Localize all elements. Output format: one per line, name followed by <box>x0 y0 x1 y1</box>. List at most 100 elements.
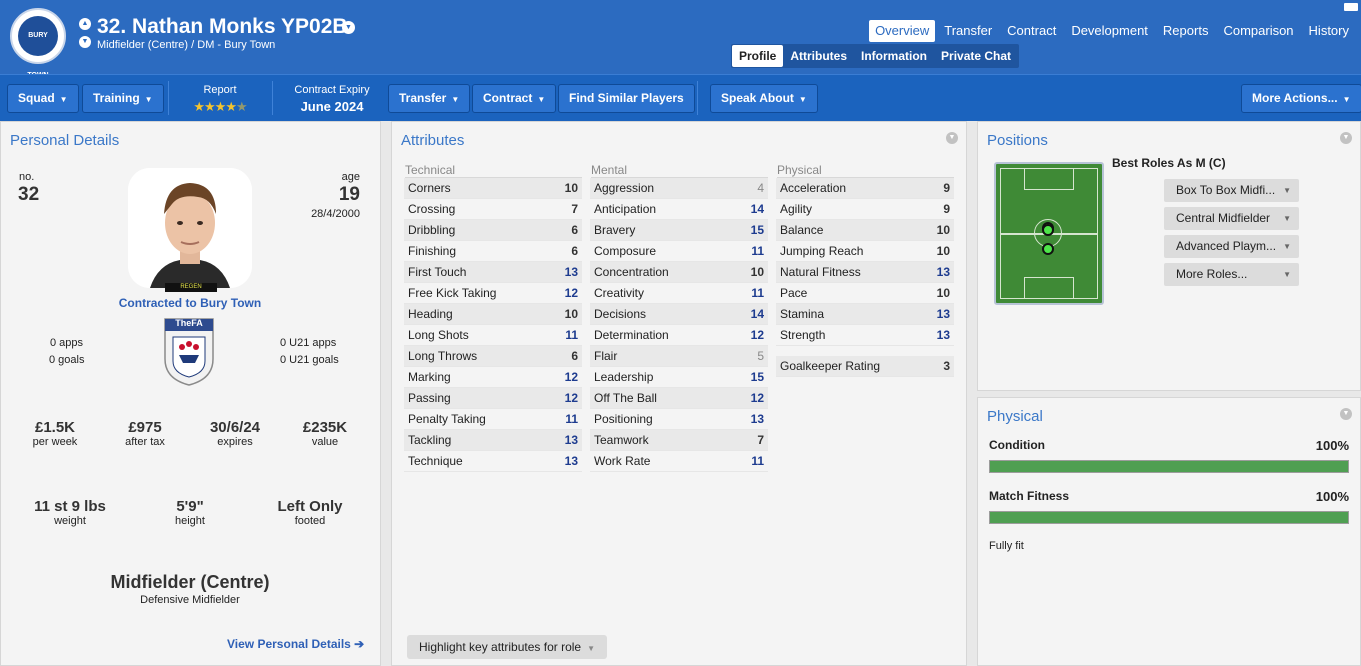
tab-comparison[interactable]: Comparison <box>1217 20 1299 42</box>
subtab-profile[interactable]: Profile <box>732 45 784 67</box>
attribute-row[interactable]: Composure 11 <box>590 241 768 262</box>
window-mode-icon[interactable] <box>1344 3 1358 11</box>
attribute-row[interactable]: Jumping Reach 10 <box>776 241 954 262</box>
chevron-down-icon: ▼ <box>587 644 595 653</box>
date-of-birth: 28/4/2000 <box>311 208 360 220</box>
attribute-row[interactable]: Work Rate 11 <box>590 451 768 472</box>
attribute-row[interactable]: Finishing 6 <box>404 241 582 262</box>
attribute-value: 10 <box>936 244 950 258</box>
player-menu-chevron-icon[interactable]: ▼ <box>342 21 355 34</box>
attribute-row[interactable]: Heading 10 <box>404 304 582 325</box>
collapse-icon[interactable]: ▼ <box>946 132 958 144</box>
attribute-row[interactable]: Leadership 15 <box>590 367 768 388</box>
subtab-private-chat[interactable]: Private Chat <box>934 45 1018 67</box>
report-stars[interactable]: ★★★★★ <box>180 99 260 115</box>
attribute-row[interactable]: Strength 13 <box>776 325 954 346</box>
attribute-row[interactable]: Natural Fitness 13 <box>776 262 954 283</box>
attribute-row[interactable]: Tackling 13 <box>404 430 582 451</box>
attribute-row[interactable]: Penalty Taking 11 <box>404 409 582 430</box>
attribute-name: Marking <box>408 370 451 384</box>
speak-about-button[interactable]: Speak About ▼ <box>710 84 818 113</box>
tab-transfer[interactable]: Transfer <box>938 20 998 42</box>
view-personal-details-link[interactable]: View Personal Details ➔ <box>227 637 364 651</box>
condition-bar <box>989 460 1349 473</box>
tab-contract[interactable]: Contract <box>1001 20 1062 42</box>
previous-player-icon[interactable]: ▲ <box>79 18 91 30</box>
position-pitch <box>994 162 1104 305</box>
transfer-button[interactable]: Transfer ▼ <box>388 84 471 113</box>
attribute-value: 15 <box>750 370 764 384</box>
attribute-row[interactable]: Aggression 4 <box>590 178 768 199</box>
attribute-row[interactable]: Long Shots 11 <box>404 325 582 346</box>
technical-header: Technical <box>405 162 582 178</box>
physical-panel: Physical ▼ Condition 100% Match Fitness … <box>977 397 1361 666</box>
role-label: Central Midfielder <box>1176 211 1271 225</box>
attribute-row[interactable]: Concentration 10 <box>590 262 768 283</box>
attribute-name: Composure <box>594 244 657 258</box>
attribute-value: 12 <box>564 286 578 300</box>
attribute-row[interactable]: Long Throws 6 <box>404 346 582 367</box>
attribute-row[interactable]: Pace 10 <box>776 283 954 304</box>
next-player-icon[interactable]: ▼ <box>79 36 91 48</box>
contract-button[interactable]: Contract ▼ <box>472 84 557 113</box>
after-tax-stat: £975 after tax <box>105 419 185 448</box>
training-button[interactable]: Training ▼ <box>82 84 164 113</box>
attribute-value: 12 <box>750 328 764 342</box>
attribute-row[interactable]: Balance 10 <box>776 220 954 241</box>
main-role: Defensive Midfielder <box>140 594 240 606</box>
attribute-value: 12 <box>564 391 578 405</box>
contracted-to-link[interactable]: Contracted to Bury Town <box>1 296 379 310</box>
attribute-row[interactable]: Bravery 15 <box>590 220 768 241</box>
attribute-row[interactable]: Dribbling 6 <box>404 220 582 241</box>
attribute-row[interactable]: Off The Ball 12 <box>590 388 768 409</box>
attribute-row[interactable]: Flair 5 <box>590 346 768 367</box>
attribute-row[interactable]: Determination 12 <box>590 325 768 346</box>
subtab-attributes[interactable]: Attributes <box>783 45 854 67</box>
attribute-row[interactable]: Technique 13 <box>404 451 582 472</box>
squad-button[interactable]: Squad ▼ <box>7 84 79 113</box>
tab-history[interactable]: History <box>1303 20 1355 42</box>
attribute-row[interactable]: Anticipation 14 <box>590 199 768 220</box>
attribute-row[interactable]: Teamwork 7 <box>590 430 768 451</box>
sub-tabs: Profile Attributes Information Private C… <box>731 44 1020 68</box>
attribute-value: 12 <box>750 391 764 405</box>
tab-reports[interactable]: Reports <box>1157 20 1215 42</box>
condition-bar-fill <box>990 461 1348 472</box>
attribute-row[interactable]: Crossing 7 <box>404 199 582 220</box>
role-advanced-playmaker-button[interactable]: Advanced Playm... ▼ <box>1164 235 1299 258</box>
attribute-row[interactable]: Agility 9 <box>776 199 954 220</box>
position-marker-dmc <box>1042 224 1054 236</box>
tab-overview[interactable]: Overview <box>869 20 936 42</box>
attribute-row[interactable]: Acceleration 9 <box>776 178 954 199</box>
attribute-row[interactable]: Passing 12 <box>404 388 582 409</box>
role-box-to-box-button[interactable]: Box To Box Midfi... ▼ <box>1164 179 1299 202</box>
tab-development[interactable]: Development <box>1065 20 1154 42</box>
collapse-icon[interactable]: ▼ <box>1340 132 1352 144</box>
attribute-name: Heading <box>408 307 453 321</box>
attribute-row[interactable]: Marking 12 <box>404 367 582 388</box>
role-central-midfielder-button[interactable]: Central Midfielder ▼ <box>1164 207 1299 230</box>
top-tabs: Overview Transfer Contract Development R… <box>869 20 1355 42</box>
attribute-name: Teamwork <box>594 433 649 447</box>
club-crest[interactable]: BURY TOWN <box>10 8 66 79</box>
collapse-icon[interactable]: ▼ <box>1340 408 1352 420</box>
find-similar-players-button[interactable]: Find Similar Players <box>558 84 695 113</box>
more-roles-button[interactable]: More Roles... ▼ <box>1164 263 1299 286</box>
highlight-key-attributes-button[interactable]: Highlight key attributes for role ▼ <box>407 635 607 659</box>
foot-label: footed <box>294 515 326 527</box>
speak-about-label: Speak About <box>721 91 794 105</box>
attribute-row[interactable]: Creativity 11 <box>590 283 768 304</box>
attribute-row[interactable]: Positioning 13 <box>590 409 768 430</box>
attribute-value: 13 <box>564 433 578 447</box>
more-actions-button[interactable]: More Actions... ▼ <box>1241 84 1361 113</box>
attribute-row[interactable]: Corners 10 <box>404 178 582 199</box>
attribute-row[interactable]: Decisions 14 <box>590 304 768 325</box>
attribute-name: Free Kick Taking <box>408 286 497 300</box>
training-button-label: Training <box>93 91 140 105</box>
top-penalty-box <box>1024 168 1074 190</box>
attribute-value: 11 <box>751 454 764 468</box>
attribute-row[interactable]: Stamina 13 <box>776 304 954 325</box>
attribute-row[interactable]: Free Kick Taking 12 <box>404 283 582 304</box>
subtab-information[interactable]: Information <box>854 45 934 67</box>
attribute-row[interactable]: First Touch 13 <box>404 262 582 283</box>
